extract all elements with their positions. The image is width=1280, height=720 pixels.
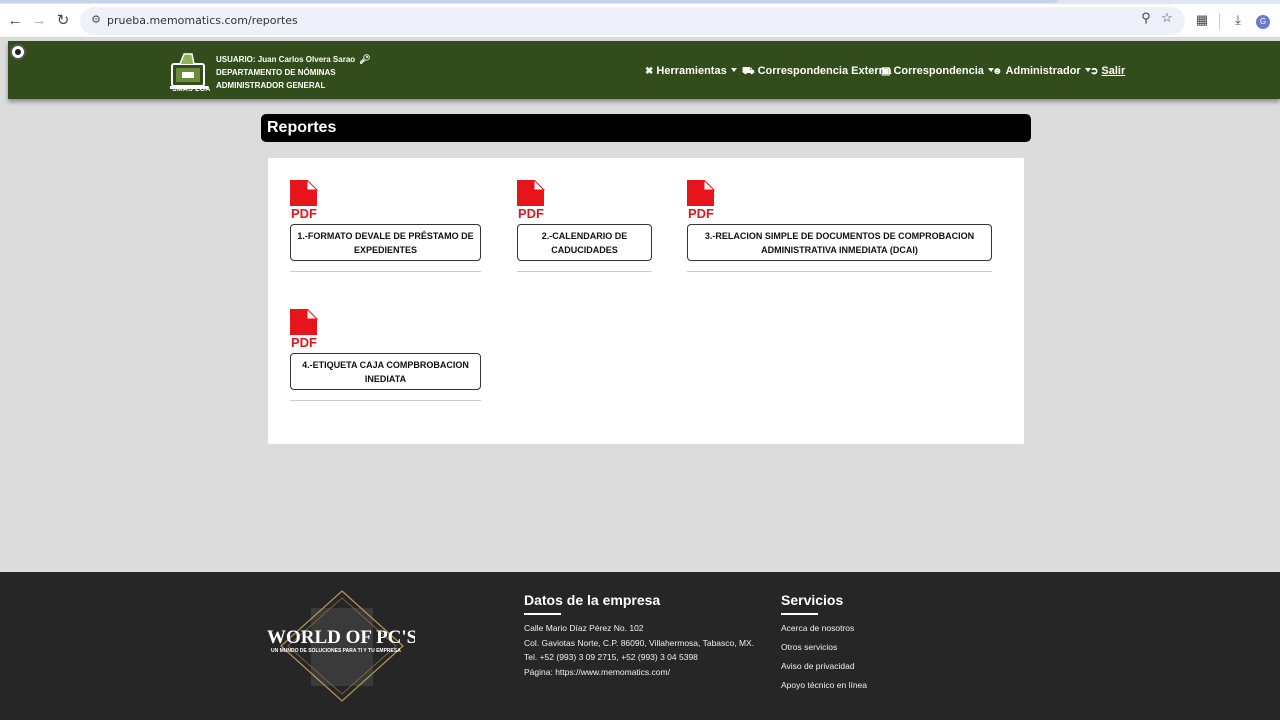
menu-correspondencia-label: Correspondencia [893,65,984,77]
report-divider [517,271,652,272]
extensions-icon[interactable]: ▦ [1193,12,1211,28]
logout-label: Salir [1101,65,1126,77]
empresa-info: Calle Mario Díaz Pérez No. 102 Col. Gavi… [524,621,754,679]
link-apoyo-tecnico[interactable]: Apoyo técnico en línea [781,680,867,690]
tools-icon: ✖ [645,66,654,77]
empresa-title: Datos de la empresa [524,592,661,608]
role-label: ADMINISTRADOR GENERAL [216,81,326,90]
pdf-label: PDF [518,206,544,220]
truck-icon: ⛟ [742,66,755,77]
report-divider [687,271,992,272]
menu-corr-externa-label: Correspondencia Externa [757,65,892,77]
pdf-label: PDF [688,206,714,220]
pdf-file-icon[interactable]: PDF [687,180,724,220]
download-icon[interactable]: ⤓ [1229,12,1247,28]
report-button-1[interactable]: 1.-FORMATO DEVALE DE PRÉSTAMO DE EXPEDIE… [290,224,481,261]
profile-avatar[interactable]: G [1256,15,1270,29]
logo-caption: SMAS LGA [172,86,211,93]
url-text[interactable]: prueba.memomatics.com/reportes [107,14,298,27]
servicios-title: Servicios [781,592,844,608]
menu-administrador-label: Administrador [1005,65,1081,77]
report-button-3[interactable]: 3.-RELACION SIMPLE DE DOCUMENTOS DE COMP… [687,224,992,261]
pdf-label: PDF [291,335,317,349]
phone-line: Tel. +52 (993) 3 09 2715, +52 (993) 3 04… [524,652,698,662]
menu-correspondencia[interactable]: ▣ Correspondencia [881,65,994,77]
browser-toolbar: ← → ↻ ⚙ prueba.memomatics.com/reportes ⚲… [0,4,1280,38]
menu-herramientas[interactable]: ✖ Herramientas [645,65,737,77]
user-gear-icon: ☻ [992,66,1003,77]
pdf-label: PDF [291,206,317,220]
toolbar-separator [1219,13,1220,30]
bookmark-star-icon[interactable]: ☆ [1159,10,1175,26]
page-title-bar: Reportes [261,114,1031,142]
colony-line: Col. Gaviotas Norte, C.P. 86090, Villahe… [524,637,755,648]
record-icon[interactable] [10,44,26,60]
logout-link[interactable]: ➲ Salir [1090,65,1125,77]
department-label: DEPARTAMENTO DE NÓMINAS [216,68,336,77]
pdf-file-icon[interactable]: PDF [517,180,554,220]
link-privacidad[interactable]: Aviso de privacidad [781,661,855,671]
app-header: SMAS LGA USUARIO: Juan Carlos Olvera Sar… [8,41,1280,99]
servicios-underline [781,613,818,615]
address-line: Calle Mario Díaz Pérez No. 102 [524,623,644,633]
page-title: Reportes [267,119,337,136]
back-arrow-icon[interactable]: ← [6,12,24,30]
link-acerca[interactable]: Acerca de nosotros [781,623,854,633]
menu-herramientas-label: Herramientas [656,65,727,77]
pdf-file-icon[interactable]: PDF [290,180,327,220]
active-tab-indicator [0,0,1058,3]
sign-out-icon: ➲ [1090,66,1099,77]
logo-tagline: UN MUNDO DE SOLUCIONES PARA TI Y TU EMPR… [271,648,401,654]
world-of-pcs-logo: WORLD OF PC'S UN MUNDO DE SOLUCIONES PAR… [267,590,415,702]
pdf-file-icon[interactable]: PDF [290,309,327,349]
zoom-icon[interactable]: ⚲ [1138,10,1154,26]
address-bar[interactable]: ⚙ prueba.memomatics.com/reportes [80,7,1185,35]
archive-icon: ▣ [881,66,891,77]
link-otros-servicios[interactable]: Otros servicios [781,642,837,652]
key-icon[interactable]: 🔑︎ [359,54,370,64]
logo-title: WORLD OF PC'S [267,627,415,648]
reports-panel: PDF 1.-FORMATO DEVALE DE PRÉSTAMO DE EXP… [268,158,1024,444]
menu-administrador[interactable]: ☻ Administrador [992,65,1091,77]
website-line: Página: https://www.memomatics.com/ [524,666,670,677]
footer: WORLD OF PC'S UN MUNDO DE SOLUCIONES PAR… [0,572,1280,720]
report-button-4[interactable]: 4.-ETIQUETA CAJA COMPBROBACION INEDIATA [290,353,481,390]
caret-down-icon [730,68,737,72]
user-info: USUARIO: Juan Carlos Olvera Sarao 🔑︎ DEPA… [216,53,371,92]
site-settings-icon[interactable]: ⚙ [89,13,103,27]
empresa-underline [524,613,561,615]
reload-icon[interactable]: ↻ [54,12,72,30]
report-divider [290,400,481,401]
user-name: USUARIO: Juan Carlos Olvera Sarao [216,55,356,64]
menu-correspondencia-externa[interactable]: ⛟ Correspondencia Externa [742,65,891,79]
report-button-2[interactable]: 2.-CALENDARIO DE CADUCIDADES [517,224,652,261]
forward-arrow-icon[interactable]: → [30,12,48,30]
report-divider [290,271,481,272]
